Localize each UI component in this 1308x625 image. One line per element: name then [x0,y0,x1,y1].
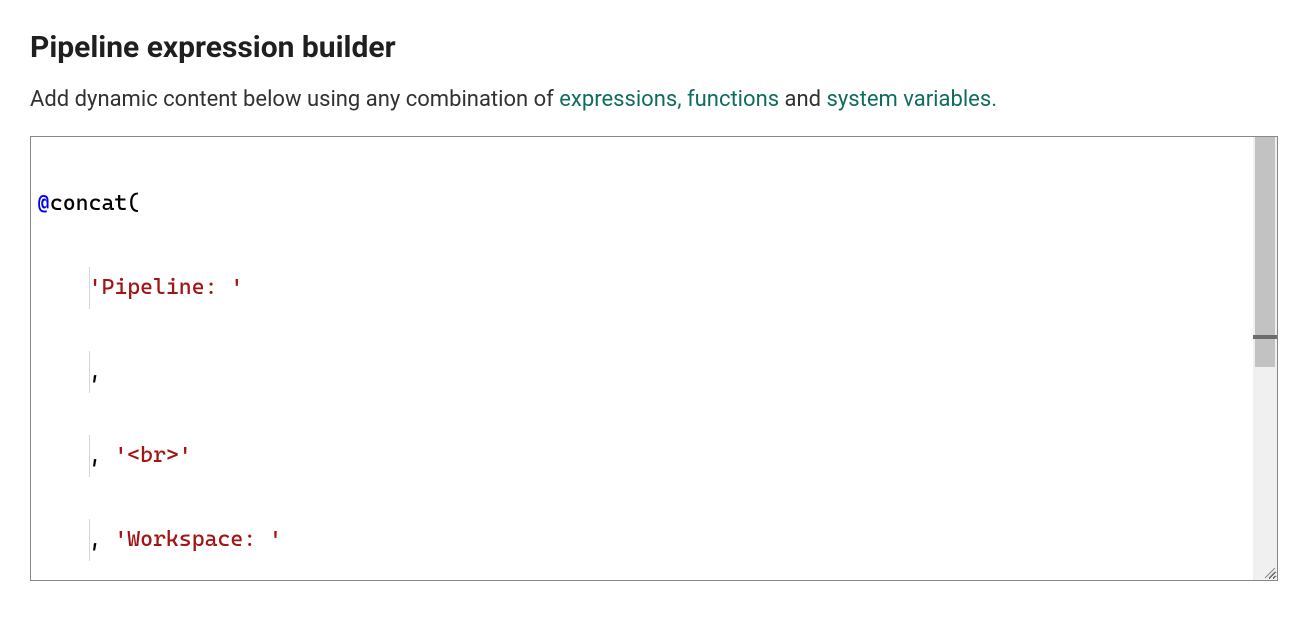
scrollbar-marker [1253,335,1277,339]
token-comma: , [89,443,102,468]
token-function: concat [50,191,127,216]
token-string: 'Pipeline: ' [89,275,244,300]
token-open-paren: ( [127,191,140,216]
page-title: Pipeline expression builder [30,30,1278,65]
subtitle-prefix: Add dynamic content below using any comb… [30,87,559,112]
scrollbar-thumb[interactable] [1255,137,1275,367]
code-area[interactable]: @concat( 'Pipeline: ' , , '<br>' , 'Work… [31,137,1253,580]
token-string: '<br>' [114,443,191,468]
resize-grip-icon [1262,565,1276,579]
token-comma: , [89,527,102,552]
token-comma: , [89,359,102,384]
token-string: 'Workspace: ' [114,527,282,552]
expression-editor[interactable]: @concat( 'Pipeline: ' , , '<br>' , 'Work… [30,136,1278,581]
token-at: @ [37,191,50,216]
link-system-variables[interactable]: system variables. [827,87,998,112]
link-expressions[interactable]: expressions, [559,87,681,112]
link-functions[interactable]: functions [687,87,779,112]
vertical-scrollbar[interactable] [1253,137,1277,580]
subtitle: Add dynamic content below using any comb… [30,85,1278,116]
